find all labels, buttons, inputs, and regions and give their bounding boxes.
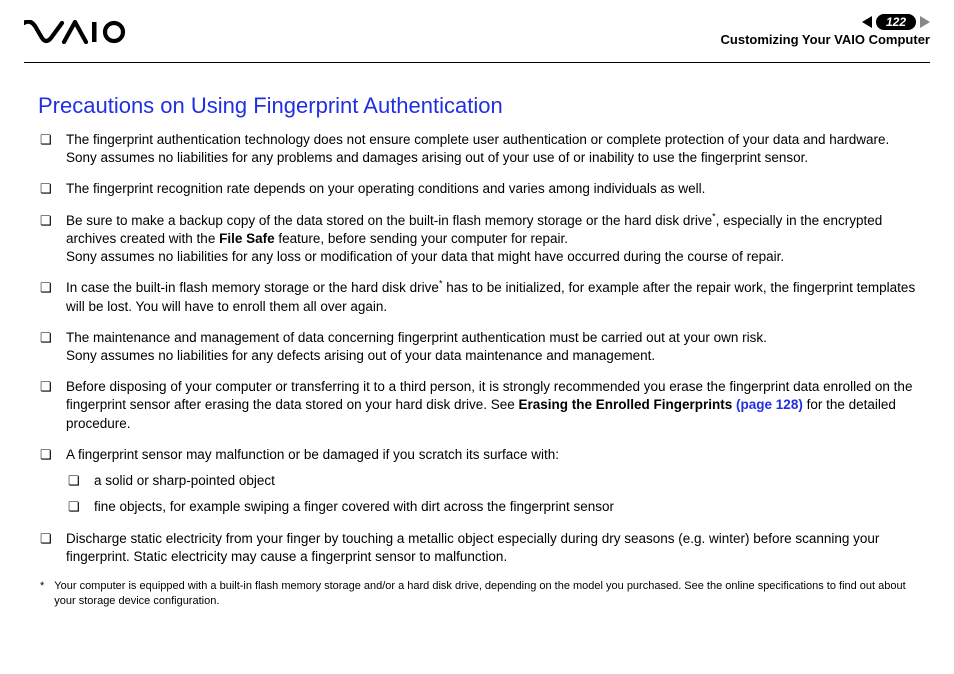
footnote-text: Your computer is equipped with a built-i… bbox=[54, 579, 920, 609]
manual-page: 122 Customizing Your VAIO Computer Preca… bbox=[0, 0, 954, 674]
list-item: Before disposing of your computer or tra… bbox=[38, 378, 920, 433]
precautions-list: The fingerprint authentication technolog… bbox=[38, 131, 920, 566]
prev-page-arrow-icon[interactable] bbox=[862, 16, 872, 28]
page-nav: 122 bbox=[721, 14, 930, 30]
list-item: Be sure to make a backup copy of the dat… bbox=[38, 212, 920, 267]
footnote-mark: * bbox=[40, 579, 44, 609]
list-item: Discharge static electricity from your f… bbox=[38, 530, 920, 566]
list-item: fine objects, for example swiping a fing… bbox=[66, 498, 920, 516]
section-title: Customizing Your VAIO Computer bbox=[721, 32, 930, 47]
page-link[interactable]: (page 128) bbox=[736, 397, 803, 412]
next-page-arrow-icon[interactable] bbox=[920, 16, 930, 28]
page-title: Precautions on Using Fingerprint Authent… bbox=[38, 93, 920, 119]
list-item: The maintenance and management of data c… bbox=[38, 329, 920, 365]
list-item: A fingerprint sensor may malfunction or … bbox=[38, 446, 920, 517]
list-item: The fingerprint recognition rate depends… bbox=[38, 180, 920, 198]
sub-list: a solid or sharp-pointed object fine obj… bbox=[66, 472, 920, 516]
header-right: 122 Customizing Your VAIO Computer bbox=[721, 14, 930, 47]
page-content: Precautions on Using Fingerprint Authent… bbox=[24, 63, 930, 609]
vaio-logo-svg bbox=[24, 20, 134, 44]
page-number-badge: 122 bbox=[876, 14, 916, 30]
vaio-logo bbox=[24, 20, 134, 49]
list-item: The fingerprint authentication technolog… bbox=[38, 131, 920, 167]
footnote: * Your computer is equipped with a built… bbox=[38, 579, 920, 609]
list-item: a solid or sharp-pointed object bbox=[66, 472, 920, 490]
page-header: 122 Customizing Your VAIO Computer bbox=[24, 14, 930, 56]
list-item: In case the built-in flash memory storag… bbox=[38, 279, 920, 315]
